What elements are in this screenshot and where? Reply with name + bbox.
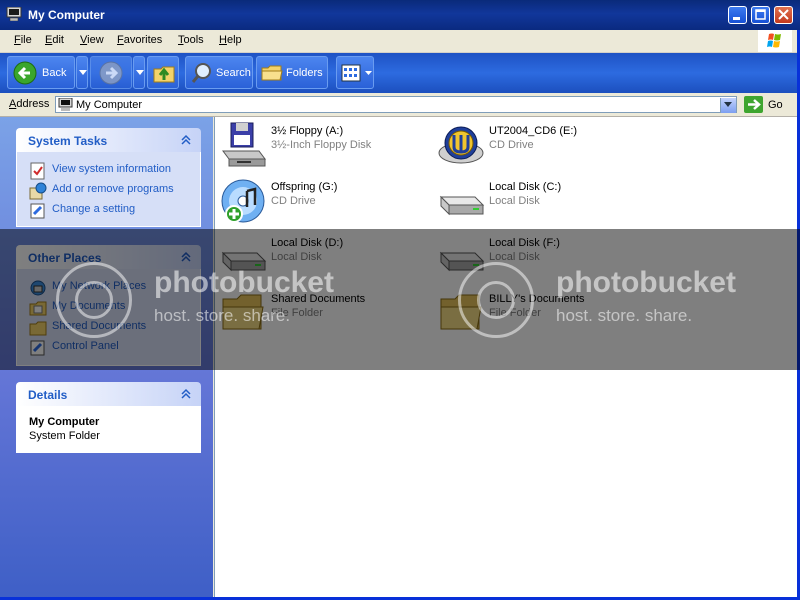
system-tasks-title: System Tasks (28, 134, 108, 148)
collapse-chevron-icon[interactable] (179, 387, 193, 401)
watermark-brand: photobucket (556, 266, 736, 299)
chevron-down-icon (724, 102, 732, 107)
menu-help[interactable]: Help (219, 34, 242, 46)
chevron-down-icon (79, 70, 87, 75)
address-input[interactable]: My Computer (55, 96, 737, 113)
details-header[interactable]: Details (16, 382, 201, 406)
menu-tools[interactable]: Tools (178, 34, 204, 46)
drive-name: Offspring (G:) (271, 181, 338, 193)
back-arrow-icon (13, 61, 37, 85)
menu-file[interactable]: File (14, 34, 32, 46)
collapse-chevron-icon[interactable] (179, 133, 193, 147)
forward-button[interactable] (90, 56, 132, 89)
windows-flag-icon (767, 33, 781, 48)
views-button[interactable] (336, 56, 374, 89)
close-icon (778, 9, 789, 20)
back-history-dropdown[interactable] (76, 56, 88, 89)
windows-logo (758, 30, 792, 52)
toolbar: Back Search Folders (0, 53, 800, 93)
unreal-cd-icon (438, 126, 484, 164)
system-info-icon (30, 162, 45, 180)
search-button[interactable]: Search (185, 56, 253, 89)
computer-icon (6, 7, 22, 21)
control-panel-icon (30, 203, 45, 219)
forward-history-dropdown[interactable] (133, 56, 145, 89)
go-label: Go (768, 99, 783, 111)
hard-disk-icon (439, 195, 485, 216)
drive-type: Local Disk (489, 195, 540, 207)
details-type: System Folder (29, 430, 100, 442)
views-icon (341, 64, 361, 82)
folders-button[interactable]: Folders (256, 56, 328, 89)
maximize-icon (755, 9, 766, 20)
watermark-left: photobucket host. store. share. (56, 262, 396, 340)
audio-cd-icon (221, 179, 265, 223)
computer-icon (58, 98, 73, 111)
system-tasks-body: View system information Add or remove pr… (16, 152, 201, 227)
go-button[interactable]: Go (742, 95, 790, 114)
drive-name: UT2004_CD6 (E:) (489, 125, 578, 137)
folders-icon (261, 65, 283, 81)
title-bar[interactable]: My Computer (0, 0, 800, 30)
chevron-down-icon (136, 70, 144, 75)
minimize-button[interactable] (728, 6, 747, 24)
details-panel: Details My Computer System Folder (16, 382, 201, 453)
menu-edit[interactable]: Edit (45, 34, 64, 46)
drive-type: 3½-Inch Floppy Disk (271, 139, 372, 151)
address-dropdown[interactable] (720, 98, 736, 113)
back-button[interactable]: Back (7, 56, 75, 89)
chevron-down-icon (365, 71, 372, 75)
drive-type: CD Drive (271, 195, 316, 207)
watermark-tagline: host. store. share. (154, 306, 291, 325)
up-folder-button[interactable] (147, 56, 179, 89)
drive-type: CD Drive (489, 139, 534, 151)
watermark-tagline: host. store. share. (556, 306, 693, 325)
menu-bar: File Edit View Favorites Tools Help (0, 30, 800, 53)
address-label: Address (9, 98, 50, 110)
details-title: Details (28, 388, 68, 402)
minimize-icon (733, 17, 740, 20)
back-label: Back (42, 67, 67, 79)
watermark-logo-icon (56, 262, 132, 338)
details-body: My Computer System Folder (16, 406, 201, 453)
watermark-brand: photobucket (154, 266, 334, 299)
folder-up-icon (153, 66, 175, 83)
menu-view[interactable]: View (80, 34, 104, 46)
add-remove-programs-icon (29, 182, 47, 200)
close-button[interactable] (774, 6, 793, 24)
drive-item-cd-g[interactable]: Offspring (G:) CD Drive (219, 177, 429, 227)
drive-item-floppy-a[interactable]: 3½ Floppy (A:) 3½-Inch Floppy Disk (219, 121, 429, 171)
system-tasks-panel: System Tasks View system information Add… (16, 128, 201, 227)
drive-item-disk-c[interactable]: Local Disk (C:) Local Disk (437, 177, 647, 227)
forward-arrow-icon (99, 61, 123, 85)
watermark-logo-icon (458, 262, 534, 338)
search-label: Search (216, 67, 251, 79)
maximize-button[interactable] (751, 6, 770, 24)
address-bar: Address My Computer Go (0, 94, 800, 117)
address-value: My Computer (76, 99, 143, 111)
watermark-right: photobucket host. store. share. (458, 262, 798, 340)
search-icon (191, 63, 211, 83)
drive-name: 3½ Floppy (A:) (271, 125, 344, 137)
go-arrow-icon (744, 96, 763, 113)
folders-label: Folders (286, 67, 323, 79)
drive-name: Local Disk (C:) (489, 181, 562, 193)
menu-favorites[interactable]: Favorites (117, 34, 162, 46)
window-title: My Computer (28, 8, 105, 22)
floppy-drive-icon (222, 122, 266, 167)
system-tasks-header[interactable]: System Tasks (16, 128, 201, 152)
details-name: My Computer (29, 416, 100, 428)
drive-item-cd-e[interactable]: UT2004_CD6 (E:) CD Drive (437, 121, 647, 171)
